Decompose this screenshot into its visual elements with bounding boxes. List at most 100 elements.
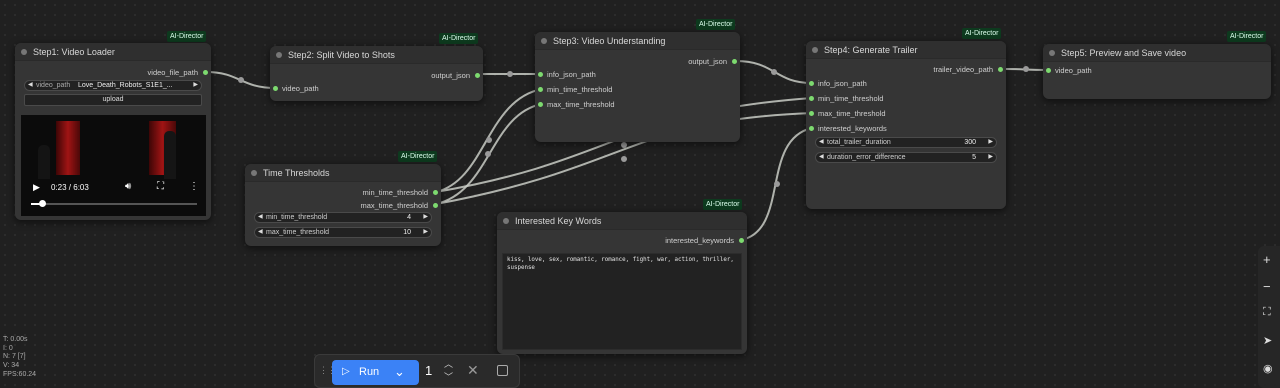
- right-arrow-icon[interactable]: ▶: [988, 153, 993, 162]
- batch-increment-icon[interactable]: ︿: [444, 357, 453, 370]
- left-arrow-icon[interactable]: ◀: [258, 213, 263, 222]
- output-port[interactable]: [433, 203, 438, 208]
- video-progress-bar[interactable]: [31, 200, 197, 207]
- video-frame-figure: [164, 131, 176, 179]
- widget-label: total_trailer_duration: [827, 139, 891, 146]
- node-header[interactable]: Step3: Video Understanding: [535, 32, 740, 50]
- video-progress-knob[interactable]: [38, 200, 46, 207]
- preview-save-node[interactable]: Step5: Preview and Save video video_path: [1043, 44, 1271, 99]
- collapse-dot[interactable]: [276, 52, 282, 58]
- link-midpoint: [238, 77, 244, 83]
- node-header[interactable]: Step1: Video Loader: [15, 43, 211, 61]
- link-midpoint: [486, 137, 492, 143]
- left-arrow-icon[interactable]: ◀: [258, 228, 263, 237]
- output-port[interactable]: [739, 238, 744, 243]
- zoom-out-icon[interactable]: −: [1263, 279, 1271, 294]
- input-max-time-threshold: max_time_threshold: [818, 109, 886, 118]
- stat-fps: FPS:60.24: [3, 370, 37, 378]
- duration-error-difference-widget[interactable]: ◀ duration_error_difference 5 ▶: [815, 152, 997, 163]
- zoom-in-icon[interactable]: +: [1263, 252, 1271, 267]
- toggle-links-eye-icon[interactable]: ◉: [1263, 362, 1273, 375]
- output-port[interactable]: [433, 190, 438, 195]
- ai-director-badge: AI-Director: [439, 33, 479, 44]
- collapse-dot[interactable]: [812, 47, 818, 53]
- input-port[interactable]: [809, 111, 814, 116]
- output-port[interactable]: [475, 73, 480, 78]
- output-max-time-threshold: max_time_threshold: [360, 201, 428, 210]
- node-title: Step2: Split Video to Shots: [288, 50, 395, 60]
- run-button[interactable]: ▷ Run ⌄: [332, 360, 419, 385]
- link-midpoint: [621, 156, 627, 162]
- link-min-to-understanding: [435, 88, 543, 193]
- split-video-node[interactable]: Step2: Split Video to Shots output_json …: [270, 46, 483, 101]
- interested-keywords-node[interactable]: Interested Key Words interested_keywords…: [497, 212, 747, 354]
- right-arrow-icon[interactable]: ▶: [193, 81, 198, 90]
- collapse-dot[interactable]: [541, 38, 547, 44]
- input-min-time-threshold: min_time_threshold: [547, 85, 613, 94]
- collapse-dot[interactable]: [251, 170, 257, 176]
- input-port[interactable]: [538, 87, 543, 92]
- volume-icon[interactable]: 🔊︎: [125, 181, 131, 192]
- left-arrow-icon[interactable]: ◀: [819, 138, 824, 147]
- collapse-dot[interactable]: [1049, 50, 1055, 56]
- output-min-time-threshold: min_time_threshold: [362, 188, 428, 197]
- video-loader-node[interactable]: Step1: Video Loader video_file_path ◀ vi…: [15, 43, 211, 220]
- right-arrow-icon[interactable]: ▶: [423, 213, 428, 222]
- output-json: output_json: [688, 57, 727, 66]
- widget-value: 4: [407, 214, 411, 221]
- right-arrow-icon[interactable]: ▶: [988, 138, 993, 147]
- input-port[interactable]: [809, 81, 814, 86]
- more-options-icon[interactable]: ⋮: [189, 181, 199, 192]
- node-title: Step5: Preview and Save video: [1061, 48, 1187, 58]
- node-header[interactable]: Step2: Split Video to Shots: [270, 46, 483, 64]
- left-arrow-icon[interactable]: ◀: [28, 81, 33, 90]
- input-port[interactable]: [809, 126, 814, 131]
- widget-value: 10: [403, 229, 411, 236]
- ai-director-badge: AI-Director: [398, 151, 438, 162]
- input-video-path: video_path: [282, 84, 319, 93]
- stop-icon[interactable]: [497, 365, 508, 376]
- total-trailer-duration-widget[interactable]: ◀ total_trailer_duration 300 ▶: [815, 137, 997, 148]
- video-path-combo[interactable]: ◀ video_path Love_Death_Robots_S1E1_... …: [24, 80, 202, 91]
- ai-director-badge: AI-Director: [696, 19, 736, 30]
- node-header[interactable]: Time Thresholds: [245, 164, 441, 182]
- input-port[interactable]: [538, 72, 543, 77]
- collapse-dot[interactable]: [503, 218, 509, 224]
- left-arrow-icon[interactable]: ◀: [819, 153, 824, 162]
- run-options-chevron-icon[interactable]: ⌄: [394, 364, 405, 380]
- fullscreen-icon[interactable]: ⛶: [157, 181, 164, 192]
- max-time-threshold-widget[interactable]: ◀ max_time_threshold 10 ▶: [254, 227, 432, 238]
- stat-nodes: N: 7 [7]: [3, 353, 26, 361]
- input-min-time-threshold: min_time_threshold: [818, 94, 884, 103]
- video-understanding-node[interactable]: Step3: Video Understanding output_json i…: [535, 32, 740, 142]
- video-preview[interactable]: ▶ 0:23 / 6:03 🔊︎ ⛶ ⋮: [21, 115, 206, 216]
- clear-queue-icon[interactable]: ✕: [467, 362, 479, 379]
- node-title: Step4: Generate Trailer: [824, 45, 918, 55]
- keywords-textarea[interactable]: kiss, love, sex, romantic, romance, figh…: [502, 253, 742, 350]
- output-port[interactable]: [998, 67, 1003, 72]
- right-arrow-icon[interactable]: ▶: [423, 228, 428, 237]
- widget-value: 300: [964, 139, 976, 146]
- output-port[interactable]: [732, 59, 737, 64]
- node-header[interactable]: Interested Key Words: [497, 212, 747, 230]
- time-thresholds-node[interactable]: Time Thresholds min_time_threshold max_t…: [245, 164, 441, 246]
- input-port[interactable]: [1046, 68, 1051, 73]
- combo-value: Love_Death_Robots_S1E1_...: [78, 82, 173, 89]
- fit-view-icon[interactable]: ⛶: [1263, 306, 1271, 319]
- input-port[interactable]: [538, 102, 543, 107]
- output-port[interactable]: [203, 70, 208, 75]
- input-port[interactable]: [809, 96, 814, 101]
- locate-icon[interactable]: ➤: [1263, 334, 1272, 347]
- node-header[interactable]: Step5: Preview and Save video: [1043, 44, 1271, 62]
- batch-decrement-icon[interactable]: ﹀: [444, 370, 453, 383]
- batch-count[interactable]: 1: [425, 363, 432, 378]
- output-json: output_json: [431, 71, 470, 80]
- min-time-threshold-widget[interactable]: ◀ min_time_threshold 4 ▶: [254, 212, 432, 223]
- play-icon[interactable]: ▶: [33, 182, 40, 193]
- node-header[interactable]: Step4: Generate Trailer: [806, 41, 1006, 59]
- link-midpoint: [485, 151, 491, 157]
- generate-trailer-node[interactable]: Step4: Generate Trailer trailer_video_pa…: [806, 41, 1006, 209]
- collapse-dot[interactable]: [21, 49, 27, 55]
- upload-button[interactable]: upload: [24, 94, 202, 106]
- input-port[interactable]: [273, 86, 278, 91]
